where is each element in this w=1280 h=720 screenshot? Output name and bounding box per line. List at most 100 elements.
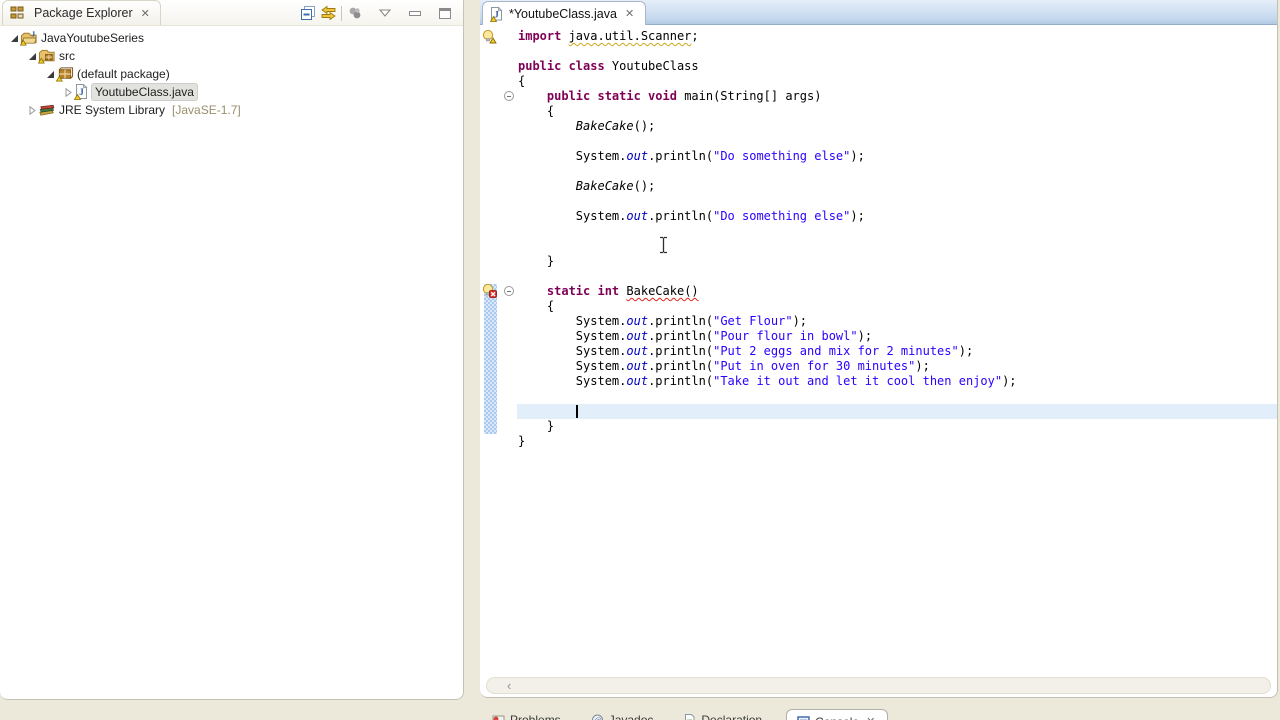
code-line[interactable]: } [518, 419, 1277, 434]
code-line[interactable]: System.out.println("Pour flour in bowl")… [518, 329, 1277, 344]
tab-package-explorer[interactable]: Package Explorer ✕ [2, 0, 161, 25]
code-line[interactable]: } [518, 434, 1277, 449]
error-marker-icon[interactable] [482, 283, 497, 298]
scroll-left-icon[interactable]: ‹ [507, 679, 511, 692]
code-line[interactable]: public static void main(String[] args) [518, 89, 1277, 104]
mouse-ibeam-cursor [660, 236, 667, 254]
tree-item-label: JavaYoutubeSeries [41, 31, 144, 45]
code-line[interactable] [518, 224, 1277, 239]
toolbar-separator [341, 5, 342, 21]
svg-text:J: J [79, 87, 84, 97]
close-icon[interactable]: ✕ [623, 6, 636, 21]
tree-item-jre-system-library[interactable]: JRE System Library [JavaSE-1.7] [0, 101, 463, 119]
editor-tab-label: *YoutubeClass.java [509, 6, 617, 21]
close-icon[interactable]: ✕ [139, 6, 152, 21]
bottom-tab-label: Problems [510, 713, 561, 720]
code-line[interactable]: System.out.println("Do something else"); [518, 209, 1277, 224]
bottom-tab-label: Javadoc [608, 713, 654, 720]
code-line[interactable]: BakeCake(); [518, 179, 1277, 194]
code-line[interactable]: System.out.println("Take it out and let … [518, 374, 1277, 389]
package-explorer-tree: J JavaYoutubeSeries src (default package) J Y… [0, 26, 463, 119]
tree-item-javayoutubeseries[interactable]: J JavaYoutubeSeries [0, 29, 463, 47]
code-line[interactable]: BakeCake(); [518, 119, 1277, 134]
collapse-all-icon[interactable] [298, 3, 318, 23]
method-range-indicator [484, 284, 497, 434]
tree-item-label: (default package) [77, 67, 170, 81]
tab-javadoc[interactable]: @ Javadoc [585, 709, 660, 720]
maximize-icon[interactable] [435, 3, 455, 23]
java-project-icon: J [20, 30, 38, 46]
minimize-icon[interactable] [405, 3, 425, 23]
text-caret [575, 405, 578, 418]
expanded-arrow-icon[interactable] [44, 70, 56, 79]
code-line[interactable]: static int BakeCake() [518, 284, 1277, 299]
tree-item-label: JRE System Library [59, 103, 166, 117]
tab-label: Package Explorer [34, 6, 133, 20]
code-line[interactable]: System.out.println("Put 2 eggs and mix f… [518, 344, 1277, 359]
code-line[interactable] [518, 134, 1277, 149]
package-explorer-tabbar: Package Explorer ✕ [0, 0, 463, 26]
eclipse-window: Package Explorer ✕ J JavaYoutubeSeries src… [0, 0, 1280, 720]
expanded-arrow-icon[interactable] [8, 34, 20, 43]
view-menu-icon[interactable] [375, 3, 395, 23]
src-folder-icon [38, 48, 56, 64]
tree-item-youtubeclass-java[interactable]: J YoutubeClass.java [0, 83, 463, 101]
bottom-tab-label: Console [815, 715, 859, 720]
javadoc-icon: @ [591, 714, 604, 720]
code-line[interactable]: { [518, 104, 1277, 119]
code-line[interactable] [518, 389, 1277, 404]
focus-icon[interactable] [345, 3, 365, 23]
close-icon[interactable]: ✕ [864, 714, 877, 720]
code-line[interactable]: import java.util.Scanner; [518, 29, 1277, 44]
editor-tabbar: J *YoutubeClass.java ✕ [480, 0, 1277, 25]
problems-icon [492, 714, 505, 720]
tab-problems[interactable]: Problems [486, 709, 567, 720]
fold-collapse-icon[interactable] [504, 286, 514, 296]
bottom-tab-label: Declaration [701, 713, 763, 720]
code-line[interactable]: System.out.println("Get Flour"); [518, 314, 1277, 329]
code-line[interactable]: { [518, 74, 1277, 89]
tree-item-label: YoutubeClass.java [92, 84, 197, 100]
code-text: import java.util.Scanner; public class Y… [518, 29, 1277, 449]
code-line[interactable] [518, 44, 1277, 59]
code-line[interactable] [518, 164, 1277, 179]
tree-item-decoration: [JavaSE-1.7] [172, 103, 241, 117]
link-with-editor-icon[interactable] [318, 3, 338, 23]
tab-console[interactable]: Console ✕ [786, 709, 889, 720]
declaration-icon [683, 714, 696, 720]
tree-item--default-package-[interactable]: (default package) [0, 65, 463, 83]
tab-youtubeclass-java[interactable]: J *YoutubeClass.java ✕ [482, 1, 647, 25]
tab-declaration[interactable]: Declaration [677, 709, 768, 720]
code-line[interactable] [518, 404, 1277, 419]
java-file-warning-icon: J [490, 6, 503, 22]
tree-item-src[interactable]: src [0, 47, 463, 65]
code-editor[interactable]: import java.util.Scanner; public class Y… [480, 25, 1277, 675]
code-line[interactable]: public class YoutubeClass [518, 59, 1277, 74]
package-explorer-view: Package Explorer ✕ J JavaYoutubeSeries src… [0, 0, 464, 700]
code-line[interactable]: System.out.println("Do something else"); [518, 149, 1277, 164]
code-line[interactable]: { [518, 299, 1277, 314]
java-file-icon: J [74, 84, 92, 100]
code-line[interactable]: System.out.println("Put in oven for 30 m… [518, 359, 1277, 374]
bottom-view-tabbar: Problems @ Javadoc Declaration Console ✕ [486, 709, 889, 720]
package-icon [56, 66, 74, 82]
svg-text:@: @ [594, 716, 601, 720]
code-line[interactable] [518, 269, 1277, 284]
collapsed-arrow-icon[interactable] [26, 105, 38, 115]
svg-text:J: J [494, 9, 499, 19]
svg-text:J: J [31, 30, 35, 39]
jre-library-icon [38, 103, 56, 118]
console-icon [797, 715, 810, 720]
editor-area: J *YoutubeClass.java ✕ import java.util.… [480, 0, 1278, 698]
package-explorer-toolbar [298, 3, 455, 23]
tree-item-label: src [59, 49, 75, 63]
expanded-arrow-icon[interactable] [26, 52, 38, 61]
package-explorer-icon [10, 6, 28, 20]
warning-marker-icon[interactable] [482, 29, 497, 44]
code-line[interactable] [518, 194, 1277, 209]
collapsed-arrow-icon[interactable] [62, 87, 74, 97]
fold-collapse-icon[interactable] [504, 91, 514, 101]
code-line[interactable] [518, 239, 1277, 254]
horizontal-scrollbar[interactable]: ‹ [486, 677, 1271, 694]
code-line[interactable]: } [518, 254, 1277, 269]
